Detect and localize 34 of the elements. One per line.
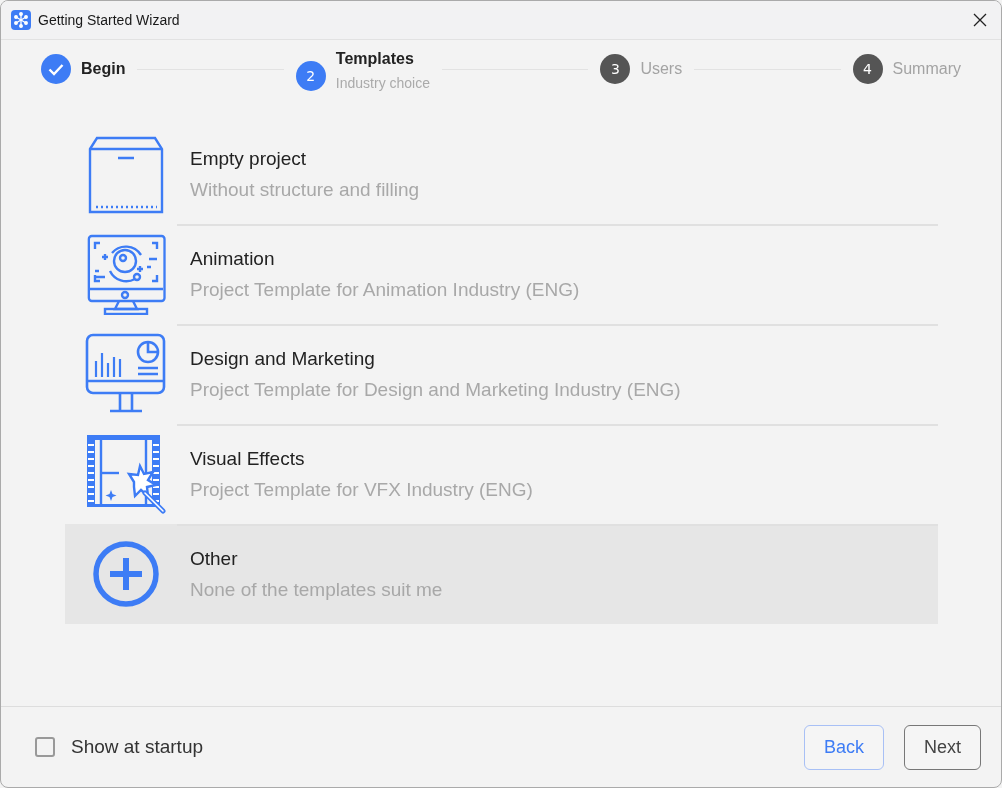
close-icon[interactable] bbox=[973, 13, 987, 27]
template-description: Project Template for Design and Marketing Industry (ENG) bbox=[190, 378, 681, 401]
template-item[interactable]: Empty project Without structure and filling bbox=[65, 124, 938, 224]
app-logo-icon bbox=[11, 10, 31, 30]
template-item[interactable]: Other None of the templates suit me bbox=[65, 524, 938, 624]
step-number: 4 bbox=[852, 54, 883, 84]
template-title: Empty project bbox=[190, 147, 308, 170]
template-title: Other bbox=[190, 547, 239, 570]
step-label: Templates bbox=[335, 49, 415, 68]
film-magic-wand-icon bbox=[85, 433, 167, 515]
template-title: Design and Marketing bbox=[190, 347, 376, 370]
step-number: 2 bbox=[295, 60, 326, 91]
wizard-button[interactable]: Back bbox=[803, 724, 884, 770]
template-description: Project Template for Animation Industry (ENG) bbox=[190, 278, 580, 301]
template-item[interactable]: Design and Marketing Project Template for Design and Marketing Industry (ENG) bbox=[65, 324, 938, 424]
computer-monitor-icon bbox=[85, 233, 167, 315]
monitor-chart-icon bbox=[85, 333, 167, 415]
template-description: None of the templates suit me bbox=[190, 578, 443, 601]
template-title: Visual Effects bbox=[190, 447, 306, 470]
template-item[interactable]: Visual Effects Project Template for VFX Industry (ENG) bbox=[65, 424, 938, 524]
wizard-button[interactable]: Next bbox=[904, 724, 981, 770]
window-title: Getting Started Wizard bbox=[38, 12, 181, 28]
checkbox-label: Show at startup bbox=[71, 736, 204, 758]
template-title: Animation bbox=[190, 247, 276, 270]
step-label: Users bbox=[640, 60, 683, 78]
step-label: Begin bbox=[81, 60, 126, 78]
template-item[interactable]: Animation Project Template for Animation Industry (ENG) bbox=[65, 224, 938, 324]
plus-circle-icon bbox=[92, 540, 160, 608]
checkbox[interactable] bbox=[35, 737, 55, 757]
template-description: Without structure and filling bbox=[190, 178, 420, 201]
step-sublabel: Industry choice bbox=[335, 74, 430, 91]
step-number: 3 bbox=[600, 54, 631, 84]
step-label: Summary bbox=[892, 60, 961, 78]
template-description: Project Template for VFX Industry (ENG) bbox=[190, 478, 533, 501]
